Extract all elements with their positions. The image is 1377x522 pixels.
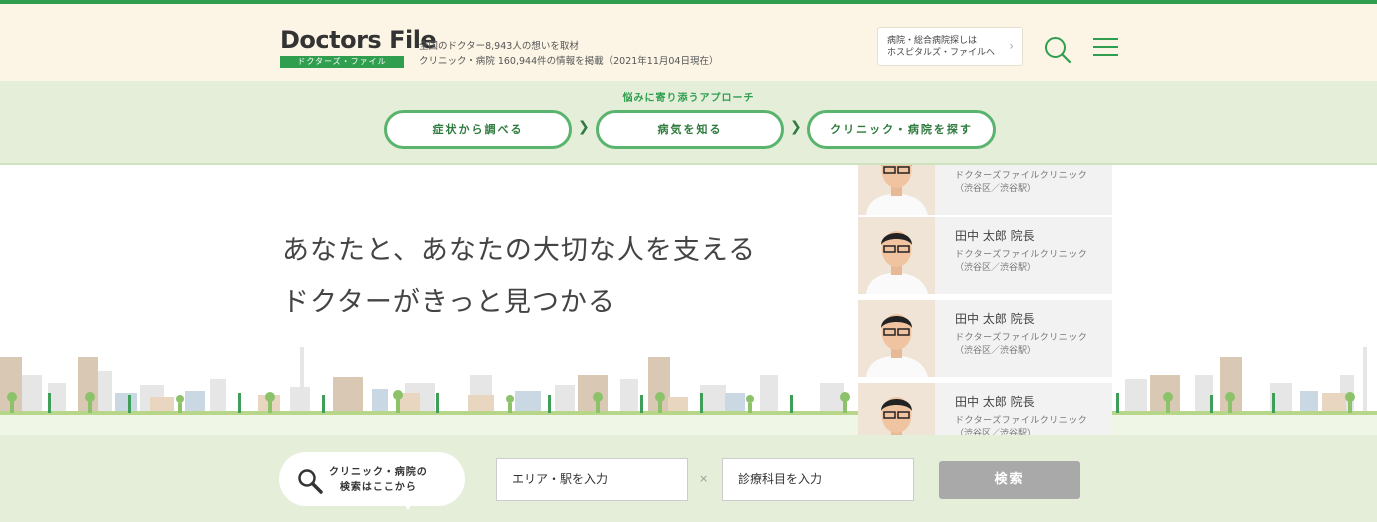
clinic-search-bar: クリニック・病院の 検索はここから エリア・駅を入力 × 診療科目を入力 検索 bbox=[0, 435, 1377, 522]
doctor-area: （渋谷区／渋谷駅） bbox=[955, 184, 1037, 194]
doctor-photo bbox=[858, 383, 935, 435]
doctor-name: 田中 太郎 院長 bbox=[955, 395, 1035, 409]
search-prompt-line2: 検索はここから bbox=[339, 482, 417, 493]
doctor-clinic: ドクターズファイルクリニック bbox=[955, 250, 1088, 260]
doctor-clinic: ドクターズファイルクリニック bbox=[955, 416, 1088, 426]
search-submit-button[interactable]: 検索 bbox=[939, 461, 1080, 499]
doctor-portrait-icon bbox=[858, 300, 935, 377]
doctor-name: 田中 太郎 院長 bbox=[955, 312, 1035, 326]
catchphrase-line2: ドクターがきっと見つかる bbox=[282, 287, 616, 318]
doctor-clinic: ドクターズファイルクリニック bbox=[955, 171, 1088, 181]
arrow-right-icon: ❯ bbox=[578, 119, 590, 135]
magnifier-icon bbox=[298, 469, 323, 494]
hospitals-file-link[interactable]: 病院・総合病院探しは ホスピタルズ・ファイルへ › bbox=[877, 27, 1023, 66]
doctor-card[interactable]: ドクターズファイルクリニック （渋谷区／渋谷駅） bbox=[858, 165, 1112, 215]
hero-section: あなたと、あなたの大切な人を支える ドクターがきっと見つかる ドクターズファイル… bbox=[0, 165, 1377, 435]
search-prompt-line1: クリニック・病院の bbox=[329, 467, 428, 478]
department-input[interactable]: 診療科目を入力 bbox=[722, 458, 914, 501]
doctor-clinic: ドクターズファイルクリニック bbox=[955, 333, 1088, 343]
doctor-card[interactable]: 田中 太郎 院長 ドクターズファイルクリニック （渋谷区／渋谷駅） bbox=[858, 300, 1112, 377]
hero-catchphrase: あなたと、あなたの大切な人を支える ドクターがきっと見つかる bbox=[282, 225, 756, 329]
site-header: Doctors File ドクターズ・ファイル 全国のドクター8,943人の想い… bbox=[0, 4, 1377, 81]
doctor-carousel: ドクターズファイルクリニック （渋谷区／渋谷駅） 田中 太郎 院長 ドクターズフ… bbox=[858, 165, 1112, 435]
disease-info-button[interactable]: 病気を知る bbox=[596, 110, 784, 149]
logo-subtitle: ドクターズ・ファイル bbox=[280, 56, 404, 68]
doctor-card[interactable]: 田中 太郎 院長 ドクターズファイルクリニック （渋谷区／渋谷駅） bbox=[858, 217, 1112, 294]
doctor-portrait-icon bbox=[858, 217, 935, 294]
site-tagline: 全国のドクター8,943人の想いを取材 クリニック・病院 160,944件の情報… bbox=[419, 39, 718, 69]
menu-bar bbox=[1093, 46, 1118, 48]
arrow-right-icon: ❯ bbox=[790, 119, 802, 135]
approach-nav: 悩みに寄り添うアプローチ 症状から調べる ❯ 病気を知る ❯ クリニック・病院を… bbox=[0, 81, 1377, 165]
doctor-area: （渋谷区／渋谷駅） bbox=[955, 263, 1037, 273]
doctor-card[interactable]: 田中 太郎 院長 ドクターズファイルクリニック （渋谷区／渋谷駅） bbox=[858, 383, 1112, 435]
symptom-search-button[interactable]: 症状から調べる bbox=[384, 110, 572, 149]
doctor-area: （渋谷区／渋谷駅） bbox=[955, 429, 1037, 435]
search-prompt-text: クリニック・病院の 検索はここから bbox=[329, 465, 428, 495]
doctor-name: 田中 太郎 院長 bbox=[955, 229, 1035, 243]
doctor-area: （渋谷区／渋谷駅） bbox=[955, 346, 1037, 356]
tagline-clinic-count: クリニック・病院 160,944件の情報を掲載（2021年11月04日現在） bbox=[419, 56, 719, 67]
area-station-input[interactable]: エリア・駅を入力 bbox=[496, 458, 688, 501]
approach-title: 悩みに寄り添うアプローチ bbox=[622, 93, 755, 104]
hospital-link-line1: 病院・総合病院探しは bbox=[887, 36, 978, 46]
catchphrase-line1: あなたと、あなたの大切な人を支える bbox=[282, 235, 757, 266]
cityscape-illustration bbox=[0, 347, 1377, 435]
search-icon bbox=[1045, 37, 1072, 64]
menu-bar bbox=[1093, 54, 1118, 56]
hospital-link-line2: ホスピタルズ・ファイルへ bbox=[887, 48, 996, 58]
doctor-portrait-icon bbox=[858, 165, 935, 215]
doctor-portrait-icon bbox=[858, 383, 935, 435]
clinic-search-button[interactable]: クリニック・病院を探す bbox=[807, 110, 996, 149]
search-button[interactable] bbox=[1043, 35, 1073, 65]
separator-times: × bbox=[699, 472, 709, 485]
chevron-right-icon: › bbox=[1009, 39, 1014, 53]
hamburger-menu-button[interactable] bbox=[1093, 38, 1118, 58]
doctor-photo bbox=[858, 165, 935, 215]
doctors-file-logo[interactable]: Doctors File ドクターズ・ファイル bbox=[280, 26, 437, 68]
doctor-photo bbox=[858, 217, 935, 294]
doctor-photo bbox=[858, 300, 935, 377]
menu-bar bbox=[1093, 38, 1118, 40]
logo-wordmark: Doctors File bbox=[280, 26, 437, 54]
bubble-tail bbox=[400, 498, 416, 510]
tagline-doctor-count: 全国のドクター8,943人の想いを取材 bbox=[419, 41, 579, 52]
